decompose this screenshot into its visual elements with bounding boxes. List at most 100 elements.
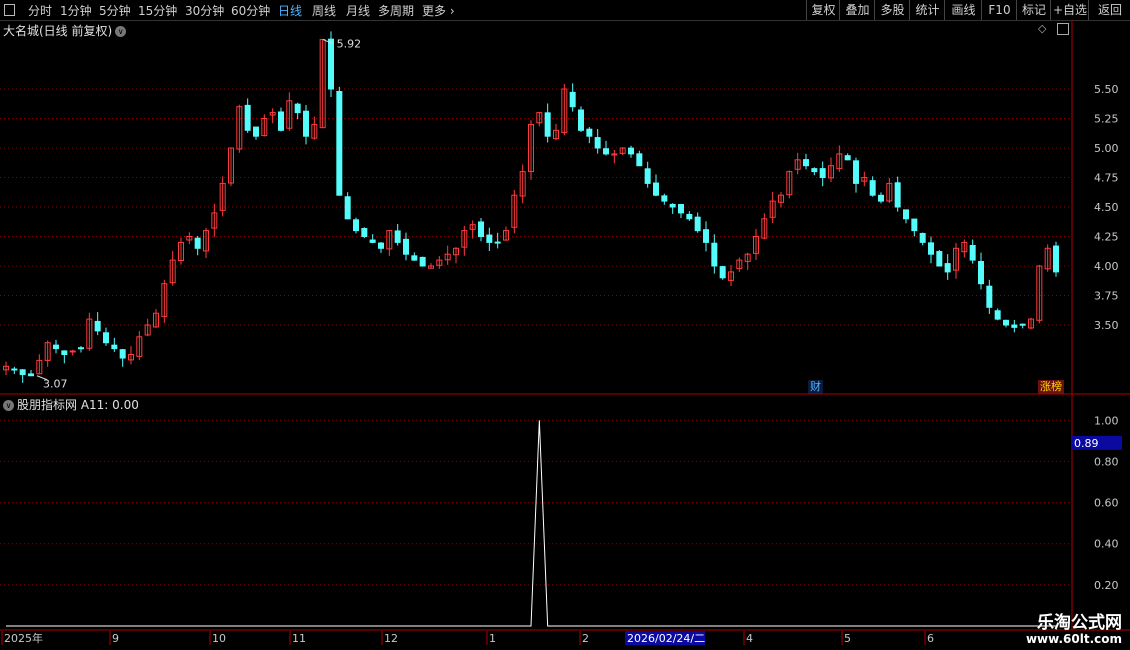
candle-body [569,91,576,108]
candle-body [94,320,101,332]
indicator-tick-label: 0.40 [1094,538,1119,551]
candle-body [586,128,593,137]
candle-body [661,195,668,202]
candle-body [403,238,409,255]
candle-body [111,344,118,350]
candle-body [378,242,384,249]
time-label: 11 [292,632,306,645]
candle-body [419,256,426,267]
candle-body [53,344,59,350]
candle-body [628,147,634,155]
candle-body [61,350,68,356]
candle-body [944,263,951,273]
time-label: 12 [384,632,398,645]
price-tick-label: 5.00 [1094,142,1119,155]
candle-body [894,182,901,208]
kline-chart[interactable]: 3.50 3.75 4.00 4.25 4.50 4.75 5.00 5.25 5.50 5.92… [0,0,1130,650]
time-label: 6 [927,632,934,645]
candle-body [869,180,876,196]
time-label: 10 [212,632,226,645]
candle-body [361,228,368,238]
cursor-date: 2026/02/24/二 [627,632,705,645]
indicator-tick-label: 0.60 [1094,497,1119,510]
price-tick-label: 5.25 [1094,113,1119,126]
watermark-url: www.60lt.com [1025,632,1122,646]
candle-body [28,373,34,377]
candle-body [411,255,418,261]
candle-body [11,368,18,371]
candle-body [711,242,718,267]
candle-body [969,244,976,261]
candle-body [1011,324,1018,328]
indicator-tick-label: 0.80 [1094,455,1119,468]
indicator-tick-label: 1.00 [1094,414,1119,427]
candle-body [644,168,651,184]
candle-body [811,168,818,173]
candle-body [478,221,484,237]
candle-body [819,168,826,178]
time-label: 9 [112,632,119,645]
time-label: 1 [489,632,496,645]
candle-body [69,350,76,353]
candle-body [19,369,26,376]
candle-body [486,234,493,243]
candle-body [369,239,376,243]
candle-body [669,203,676,208]
watermark-title: 乐淘公式网 [1037,613,1122,633]
candle-body [678,204,684,214]
price-tick-label: 4.00 [1094,260,1119,273]
price-tick-label: 3.75 [1094,290,1119,303]
candle-body [344,196,351,220]
candle-body [911,218,918,232]
candle-body [494,241,501,244]
candle-body [394,230,401,243]
candle-body [303,110,309,137]
candle-body [928,242,934,255]
candle-body [244,104,251,131]
candle-body [594,137,601,149]
candle-body [78,347,84,350]
candle-body [719,266,726,279]
candle-body [919,232,926,243]
candle-body [103,332,109,344]
candle-body [686,213,693,220]
candle-body [578,109,584,131]
candle-body [1053,245,1059,273]
time-label: 2 [582,632,589,645]
candle-body [653,182,659,196]
candle-body [986,285,993,308]
time-label: 4 [746,632,753,645]
candle-body [353,219,359,232]
candle-body [694,216,701,232]
candle-body [603,148,609,155]
candle-body [119,349,126,359]
candle-body [994,310,1001,320]
candle-body [1003,319,1009,326]
candle-body [803,159,809,167]
candle-body [278,111,284,131]
time-label: 2025年 [4,631,43,645]
price-tick-label: 4.25 [1094,231,1119,244]
candle-body [703,229,709,243]
price-tick-label: 4.50 [1094,201,1119,214]
candle-body [294,103,301,114]
candle-body [636,153,643,167]
candle-body [194,237,201,249]
price-tick-label: 4.75 [1094,172,1119,185]
candle-body [844,155,851,161]
indicator-current-value: 0.89 [1074,437,1099,450]
candle-body [936,251,943,267]
time-label: 5 [844,632,851,645]
candle-body [978,261,984,285]
low-label: 3.07 [43,378,68,391]
candle-body [1019,323,1026,326]
candle-body [328,38,334,90]
price-tick-label: 5.50 [1094,83,1119,96]
high-label: 5.92 [337,37,362,50]
price-tick-label: 3.50 [1094,319,1119,332]
candle-body [903,209,909,220]
indicator-line [6,420,1056,627]
candle-body [336,91,343,196]
candle-body [853,160,859,184]
indicator-tick-label: 0.20 [1094,579,1119,592]
